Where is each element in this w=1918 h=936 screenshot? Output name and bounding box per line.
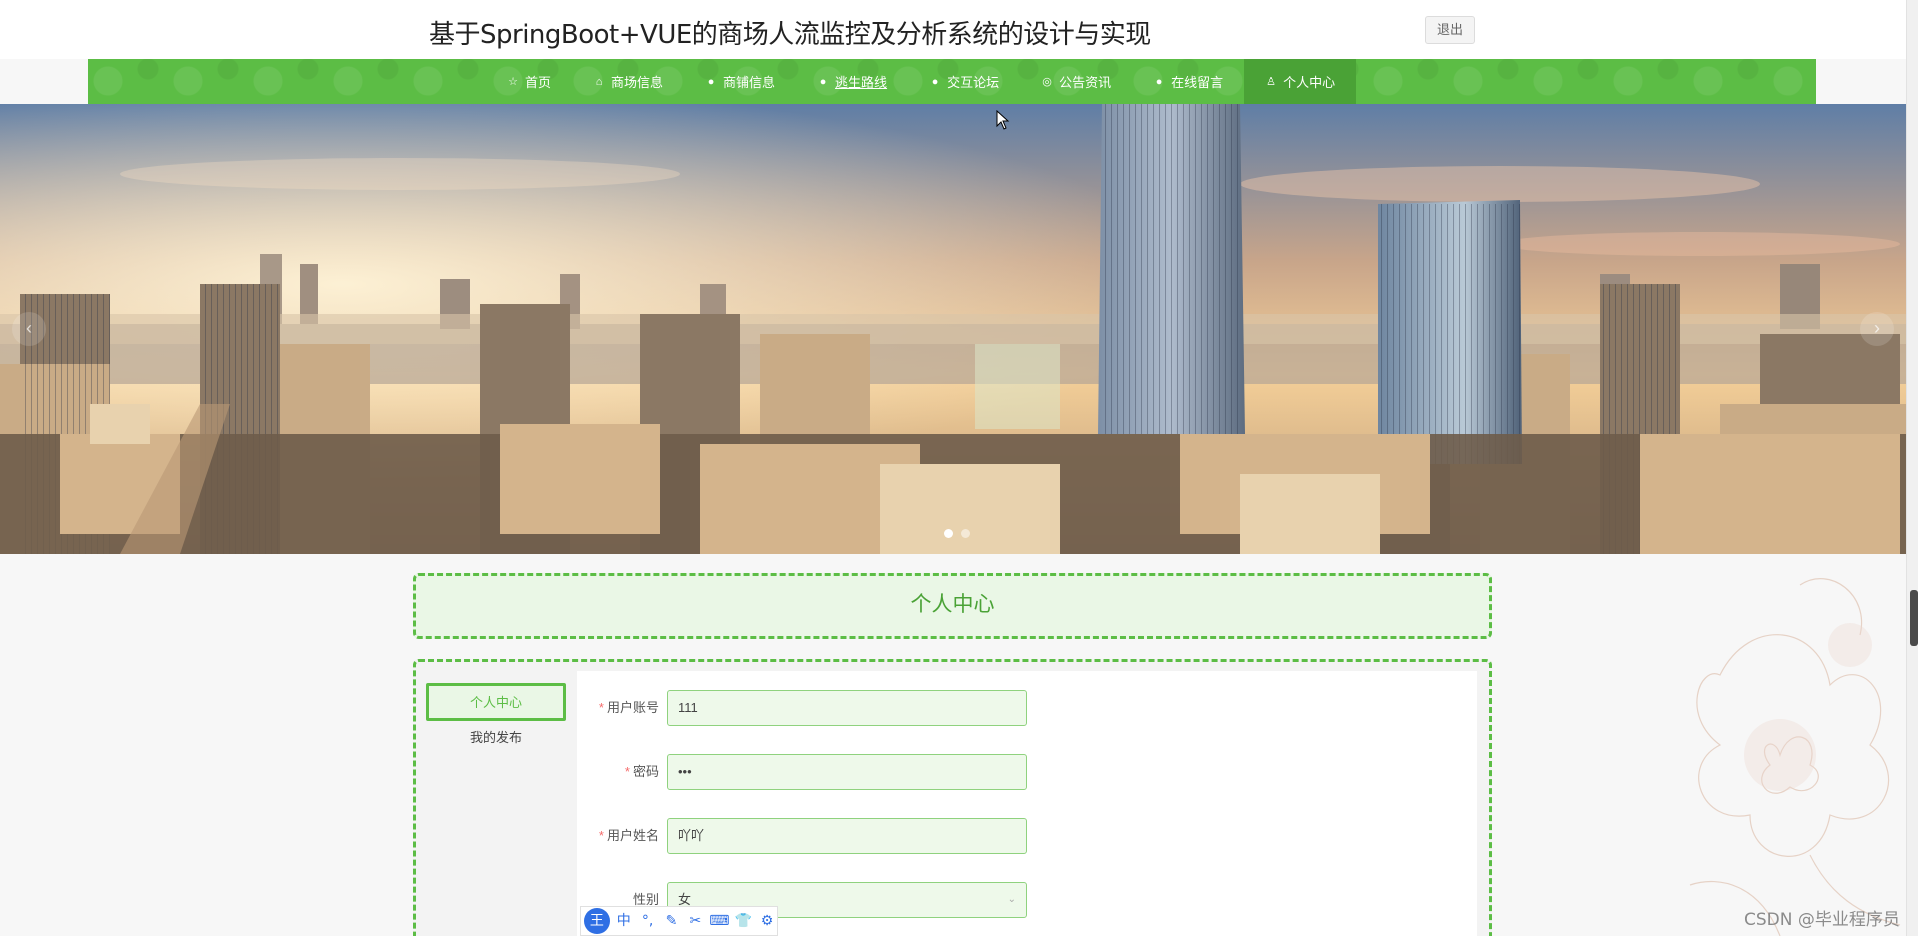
main-nav: ☆ 首页 ⌂ 商场信息 ● 商铺信息 ● 逃生路线 ● 交互论坛 ◎ 公告资讯 … bbox=[88, 59, 1816, 104]
keyboard-icon[interactable]: ⌨ bbox=[709, 910, 729, 932]
carousel-dot[interactable] bbox=[961, 529, 970, 538]
required-mark: * bbox=[598, 828, 604, 843]
nav-item-escape-route[interactable]: ● 逃生路线 bbox=[796, 59, 908, 104]
required-mark: * bbox=[624, 764, 630, 779]
carousel-dot[interactable] bbox=[944, 529, 953, 538]
account-input[interactable]: 111 bbox=[667, 690, 1027, 726]
nav-item-forum[interactable]: ● 交互论坛 bbox=[908, 59, 1020, 104]
required-mark: * bbox=[598, 700, 604, 715]
field-label: * 用户姓名 bbox=[598, 828, 659, 843]
banner-carousel: ‹ › bbox=[0, 104, 1906, 554]
nav-item-label: 商铺信息 bbox=[723, 75, 776, 90]
ime-punctuation-button[interactable]: °, bbox=[638, 910, 658, 932]
carousel-prev-button[interactable]: ‹ bbox=[12, 312, 46, 346]
nav-item-message[interactable]: ● 在线留言 bbox=[1132, 59, 1244, 104]
nav-item-personal-center[interactable]: ♙ 个人中心 bbox=[1244, 59, 1357, 104]
info-icon: ● bbox=[931, 75, 939, 88]
nav-item-home[interactable]: ☆ 首页 bbox=[486, 59, 572, 104]
nav-item-shop-info[interactable]: ● 商铺信息 bbox=[684, 59, 796, 104]
ime-chinese-mode-button[interactable]: 中 bbox=[614, 910, 634, 932]
nav-item-mall-info[interactable]: ⌂ 商场信息 bbox=[572, 59, 684, 104]
form-row-password: * 密码 ••• bbox=[577, 754, 1027, 790]
gear-icon[interactable]: ⚙ bbox=[757, 910, 777, 932]
star-icon: ☆ bbox=[508, 75, 518, 88]
nav-item-label: 逃生路线 bbox=[835, 75, 888, 90]
nav-item-label: 商场信息 bbox=[611, 75, 664, 90]
user-icon: ♙ bbox=[1266, 75, 1277, 88]
info-icon: ● bbox=[819, 75, 827, 88]
site-title: 基于SpringBoot+VUE的商场人流监控及分析系统的设计与实现 bbox=[429, 20, 1151, 50]
watermark: CSDN @毕业程序员 bbox=[1744, 910, 1900, 930]
nav-item-label: 交互论坛 bbox=[947, 75, 1000, 90]
name-input[interactable]: 吖吖 bbox=[667, 818, 1027, 854]
home-icon: ⌂ bbox=[595, 75, 603, 88]
info-icon: ● bbox=[707, 75, 715, 88]
banner-image bbox=[0, 104, 1906, 554]
side-menu-item-my-posts[interactable]: 我的发布 bbox=[426, 721, 566, 759]
nav-item-label: 个人中心 bbox=[1283, 75, 1336, 90]
mouse-cursor-icon bbox=[996, 110, 1010, 130]
ime-logo-icon[interactable]: 王 bbox=[584, 908, 610, 934]
skin-icon[interactable]: 👕 bbox=[733, 910, 753, 932]
gender-select-value: 女 bbox=[678, 892, 692, 907]
top-header: 基于SpringBoot+VUE的商场人流监控及分析系统的设计与实现 退出 bbox=[0, 0, 1918, 59]
nav-item-label: 在线留言 bbox=[1171, 75, 1224, 90]
flower-decoration bbox=[1689, 578, 1901, 936]
info-icon: ● bbox=[1155, 75, 1163, 88]
password-input[interactable]: ••• bbox=[667, 754, 1027, 790]
nav-item-label: 公告资讯 bbox=[1059, 75, 1112, 90]
carousel-next-button[interactable]: › bbox=[1860, 312, 1894, 346]
field-label: * 密码 bbox=[624, 764, 659, 779]
field-label: * 用户账号 bbox=[598, 700, 659, 715]
globe-icon: ◎ bbox=[1042, 75, 1052, 88]
page-title: 个人中心 bbox=[413, 573, 1492, 639]
form-row-account: * 用户账号 111 bbox=[577, 690, 1027, 726]
scissors-icon[interactable]: ✂ bbox=[685, 910, 705, 932]
carousel-indicators bbox=[944, 529, 970, 538]
nav-item-label: 首页 bbox=[525, 75, 552, 90]
side-menu-item-personal-center[interactable]: 个人中心 bbox=[426, 683, 566, 721]
ime-toolbar: 王 中 °, ✎ ✂ ⌨ 👕 ⚙ bbox=[580, 906, 778, 936]
page-scrollbar[interactable] bbox=[1906, 0, 1918, 936]
chevron-down-icon: ⌄ bbox=[1007, 894, 1016, 905]
side-menu: 个人中心 我的发布 bbox=[426, 683, 566, 759]
logout-button[interactable]: 退出 bbox=[1425, 16, 1475, 44]
nav-item-news[interactable]: ◎ 公告资讯 bbox=[1020, 59, 1132, 104]
pen-icon[interactable]: ✎ bbox=[662, 910, 682, 932]
form-row-name: * 用户姓名 吖吖 bbox=[577, 818, 1027, 854]
scrollbar-thumb[interactable] bbox=[1910, 590, 1918, 646]
